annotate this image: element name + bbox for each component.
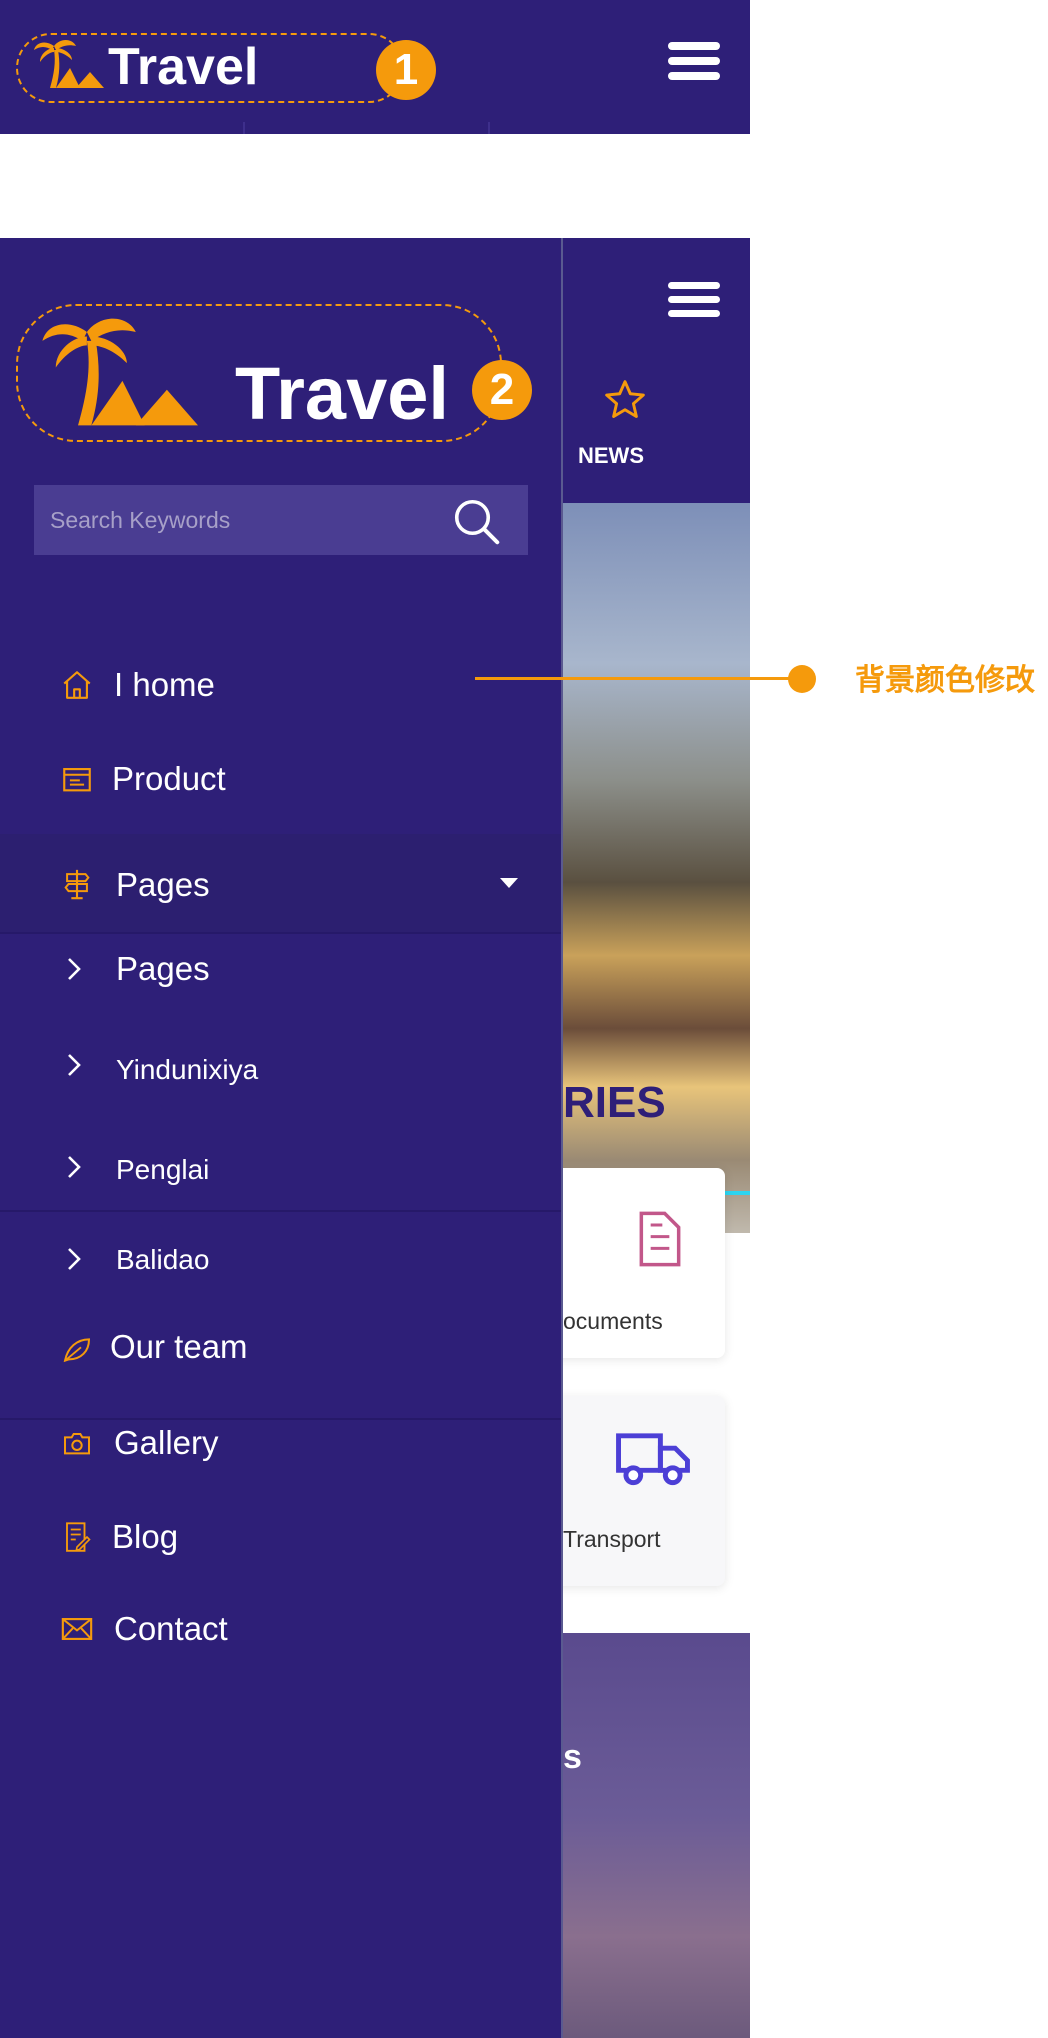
menu-item-gallery[interactable]: Gallery bbox=[0, 1414, 561, 1474]
menu-item-label: Penglai bbox=[116, 1154, 210, 1185]
menu-item-contact[interactable]: Contact bbox=[0, 1600, 561, 1660]
menu-item-label: Contact bbox=[114, 1610, 228, 1647]
home-icon bbox=[63, 671, 91, 699]
menu-item-label: Yindunixiya bbox=[116, 1054, 259, 1085]
background-page: NEWS RIES ocuments Transport s bbox=[563, 238, 750, 2038]
menu-item-pages[interactable]: Pages bbox=[0, 834, 561, 932]
menu-toggle-icon[interactable] bbox=[668, 42, 720, 80]
search-input[interactable] bbox=[34, 485, 434, 555]
menu-item-label: I home bbox=[114, 666, 215, 703]
submenu-item-penglai[interactable]: Penglai bbox=[0, 1138, 561, 1198]
service-card[interactable]: Transport bbox=[563, 1396, 725, 1586]
chevron-right-icon bbox=[68, 958, 81, 980]
top-header: Travel 1 bbox=[0, 0, 750, 134]
signpost-icon bbox=[64, 869, 90, 900]
service-card[interactable]: ocuments bbox=[563, 1168, 725, 1358]
submenu-item-pages[interactable]: Pages bbox=[0, 940, 561, 1000]
leaf-icon bbox=[63, 1338, 91, 1363]
annotation-line bbox=[475, 677, 800, 680]
logo-text[interactable]: Travel bbox=[235, 352, 449, 436]
menu-item-product[interactable]: Product bbox=[0, 750, 561, 810]
annotation-label: 背景颜色修改 bbox=[855, 664, 1035, 697]
product-icon bbox=[63, 768, 91, 792]
submenu-item-yindunixiya[interactable]: Yindunixiya bbox=[0, 1038, 561, 1098]
blog-icon bbox=[66, 1522, 91, 1552]
submenu-item-balidao[interactable]: Balidao bbox=[0, 1228, 561, 1288]
palm-logo-icon bbox=[34, 40, 104, 88]
mail-icon bbox=[61, 1618, 93, 1640]
menu-item-label: Our team bbox=[110, 1328, 248, 1365]
step-badge: 2 bbox=[472, 360, 532, 420]
search-icon[interactable] bbox=[450, 495, 504, 549]
chevron-right-icon bbox=[68, 1054, 81, 1076]
menu-toggle-icon[interactable] bbox=[668, 282, 720, 317]
search-box bbox=[34, 485, 528, 555]
caret-down-icon[interactable] bbox=[498, 876, 520, 890]
card-label: Transport bbox=[563, 1526, 661, 1552]
side-drawer: Travel 2 I home Product Pages bbox=[0, 238, 563, 2038]
menu-item-label: Gallery bbox=[114, 1424, 219, 1461]
menu-item-label: Product bbox=[112, 760, 226, 797]
nav-news[interactable]: NEWS bbox=[578, 443, 644, 469]
palm-logo-icon bbox=[42, 318, 198, 426]
chevron-right-icon bbox=[68, 1156, 81, 1178]
star-icon bbox=[605, 380, 645, 418]
menu-item-label: Pages bbox=[116, 866, 210, 903]
section-title: RIES bbox=[563, 1078, 666, 1127]
documents-icon bbox=[639, 1211, 681, 1267]
card-label: ocuments bbox=[563, 1308, 663, 1334]
menu-item-home[interactable]: I home bbox=[0, 656, 561, 716]
menu-item-label: Pages bbox=[116, 950, 210, 987]
menu-item-label: Balidao bbox=[116, 1244, 210, 1275]
section-title: s bbox=[563, 1738, 582, 1776]
background-nav: NEWS bbox=[563, 238, 750, 503]
menu-item-label: Blog bbox=[112, 1518, 179, 1555]
menu-item-our-team[interactable]: Our team bbox=[0, 1318, 561, 1378]
logo-text[interactable]: Travel bbox=[108, 37, 258, 97]
truck-icon bbox=[616, 1433, 690, 1486]
annotation-dot bbox=[788, 665, 816, 693]
menu-item-blog[interactable]: Blog bbox=[0, 1508, 561, 1568]
chevron-right-icon bbox=[68, 1248, 81, 1270]
destinations-section: s bbox=[563, 1633, 750, 2038]
step-badge: 1 bbox=[376, 40, 436, 100]
camera-icon bbox=[64, 1433, 90, 1455]
